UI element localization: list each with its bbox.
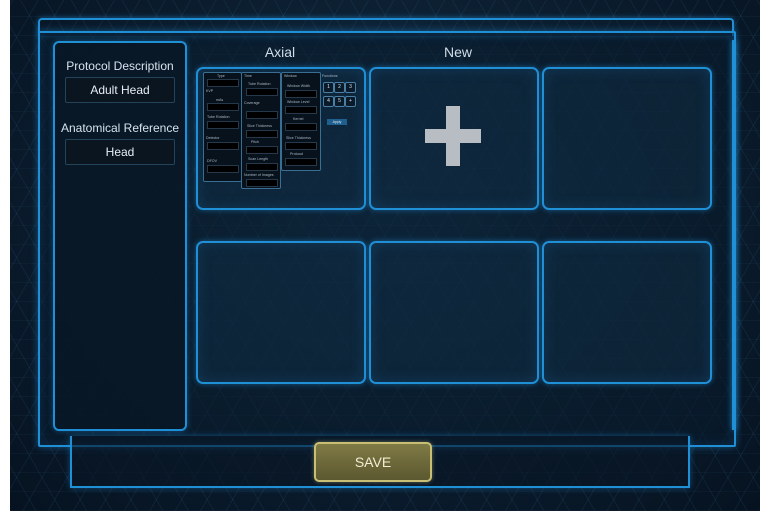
axial-column-header: Axial [264,44,296,60]
preview-images-field [246,179,278,187]
new-column-header: New [443,44,472,60]
preview-coverage-label: Coverage [244,101,260,105]
preview-rotation-label: Tube Rotation [248,82,271,86]
preview-kernel-field [285,123,317,131]
preview-time-label: Time [244,74,252,78]
preview-slice-label: Slice Thickness [247,124,272,128]
preview-num-5: 5 [334,96,345,107]
preview-protocol-label: Protocol [290,152,304,156]
save-button[interactable]: SAVE [314,442,432,482]
preview-window-level-label: Window Level [287,100,310,104]
frame-right-bar [732,40,736,430]
preview-rotation-field [246,88,278,96]
preview-num-1: 1 [323,82,334,93]
preview-num-2: 2 [334,82,345,93]
add-protocol-icon[interactable] [446,106,460,166]
preview-mas-label: mAs [216,98,224,102]
preview-tube-field [207,121,239,129]
protocol-card-empty[interactable] [369,241,539,384]
preview-scan-length-label: Scan Length [248,157,269,161]
protocol-description-field[interactable]: Adult Head [65,77,175,103]
preview-kvp-label: KVP [206,89,214,93]
anatomical-reference-field[interactable]: Head [65,139,175,165]
protocol-sidebar: Protocol Description Adult Head Anatomic… [53,41,187,431]
preview-pitch-field [246,146,278,154]
protocol-card-empty[interactable] [542,67,712,210]
preview-dfov-field [207,165,239,173]
preview-acquisition-panel: Type KVP mAs Tube Rotation Detector DFOV [203,72,242,182]
preview-slice-thickness-label: Slice Thickness [286,136,311,140]
preview-recon-panel: Window Window Width Window Level Kernel … [281,72,321,171]
preview-window-width-field [285,90,317,98]
preview-num-4: 4 [323,96,334,107]
preview-window-level-field [285,106,317,114]
preview-coverage-field [246,111,278,119]
preview-timing-panel: Time Tube Rotation Coverage Slice Thickn… [241,72,281,189]
preview-detector-label: Detector [206,136,220,140]
preview-kernel-label: Kernel [293,117,304,121]
preview-window-width-label: Window Width [287,84,310,88]
preview-slice-field [246,130,278,138]
preview-type-field [207,79,239,87]
preview-mas-field [207,103,239,111]
preview-apply-button: Apply [327,119,347,125]
preview-num-plus: + [345,96,356,107]
preview-protocol-field [285,158,317,166]
preview-tube-label: Tube Rotation [207,115,230,119]
preview-detector-field [207,142,239,150]
preview-type-label: Type [217,74,225,78]
preview-num-3: 3 [345,82,356,93]
preview-functions-label: Functions [322,74,338,78]
preview-images-label: Number of Images [244,173,274,177]
anatomical-reference-label: Anatomical Reference [60,121,180,135]
preview-slice-thickness-field [285,142,317,150]
protocol-description-label: Protocol Description [66,59,174,73]
preview-scan-length-field [246,163,278,171]
preview-window-label: Window [284,74,297,78]
preview-dfov-label: DFOV [207,159,217,163]
protocol-card-empty[interactable] [196,241,366,384]
protocol-card-empty[interactable] [542,241,712,384]
preview-pitch-label: Pitch [251,140,259,144]
